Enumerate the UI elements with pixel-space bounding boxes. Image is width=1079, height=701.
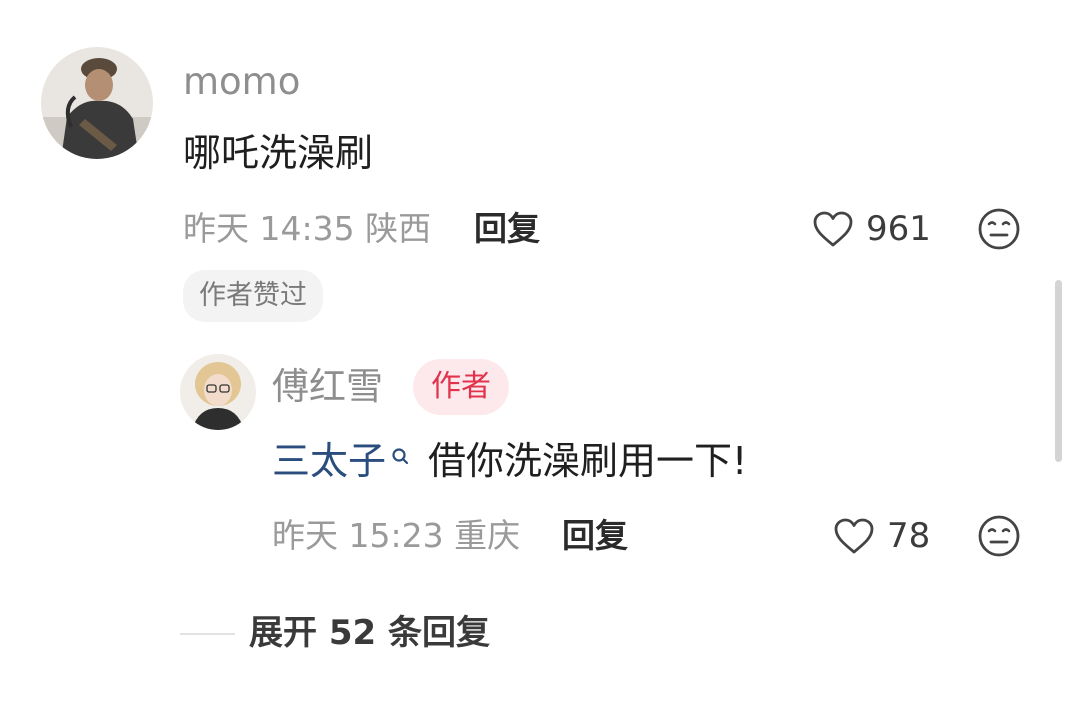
comment-like-button[interactable]: 961 — [812, 206, 931, 252]
reply-meta: 昨天 15:23 重庆 — [272, 513, 520, 559]
meh-face-icon — [978, 208, 1020, 250]
scrollbar-thumb[interactable] — [1055, 280, 1062, 462]
heart-outline-icon — [834, 518, 874, 554]
avatar-fuhongxue[interactable] — [180, 354, 256, 430]
reply-text-line: 三太子 借你洗澡刷用一下! — [272, 436, 747, 486]
comment-reply-button[interactable]: 回复 — [474, 206, 540, 252]
comment-location: 陕西 — [365, 209, 432, 248]
author-badge: 作者 — [413, 359, 509, 415]
reply-username[interactable]: 傅红雪 — [272, 362, 383, 412]
search-hint-icon[interactable] — [390, 436, 412, 465]
reply-dislike-button[interactable] — [977, 514, 1021, 558]
comment-dislike-button[interactable] — [977, 207, 1021, 251]
reply-like-button[interactable]: 78 — [833, 513, 930, 559]
comment-username[interactable]: momo — [183, 58, 300, 106]
comment-like-count: 961 — [866, 209, 931, 249]
author-liked-chip: 作者赞过 — [183, 270, 323, 322]
expand-divider — [180, 633, 235, 635]
heart-outline-icon — [813, 211, 853, 247]
expand-replies-button[interactable]: 展开 52 条回复 — [249, 610, 490, 656]
mention-link[interactable]: 三太子 — [272, 439, 386, 483]
reply-like-count: 78 — [887, 516, 931, 556]
comment-meta: 昨天 14:35 陕西 — [183, 206, 431, 252]
comment-time: 昨天 14:35 — [183, 209, 355, 248]
comment-text: 哪吒洗澡刷 — [183, 131, 374, 175]
avatar-momo[interactable] — [41, 47, 153, 159]
meh-face-icon — [978, 515, 1020, 557]
avatar-image — [41, 47, 153, 159]
reply-location: 重庆 — [454, 516, 521, 555]
reply-time: 昨天 15:23 — [272, 516, 444, 555]
reply-reply-button[interactable]: 回复 — [562, 513, 628, 559]
reply-text: 借你洗澡刷用一下! — [428, 439, 748, 483]
avatar-image — [180, 354, 256, 430]
